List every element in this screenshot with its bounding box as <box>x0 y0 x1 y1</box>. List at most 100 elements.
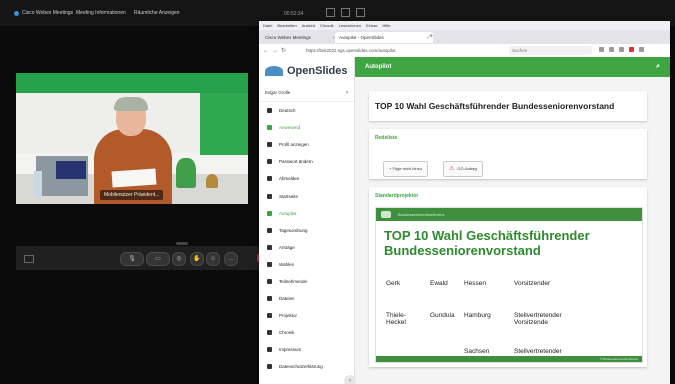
sidebar-item[interactable]: Chronik <box>259 324 354 341</box>
page-title: Autopilot <box>365 64 392 70</box>
sidebar-item-label: Dateien <box>279 296 295 302</box>
sidebar-item[interactable]: Startseite <box>259 187 354 204</box>
url-field[interactable]: https://bvit2022.sgs.openslides.com/auto… <box>303 46 476 55</box>
sidebar-item[interactable]: Anwesend <box>259 119 354 136</box>
webex-menu-item[interactable]: Räumliche Anzeigen <box>134 10 180 16</box>
participants-button[interactable]: ☺ <box>206 252 220 266</box>
menu-lesezeichen[interactable]: Lesezeichen <box>339 23 361 28</box>
sidebar-item[interactable]: Deutsch <box>259 102 354 119</box>
close-icon[interactable] <box>356 8 365 17</box>
mute-button[interactable]: 🎙 <box>120 252 144 266</box>
sidebar-item-label: Passwort ändern <box>279 159 313 165</box>
download-icon[interactable] <box>609 47 614 52</box>
menu-ansicht[interactable]: Ansicht <box>302 23 315 28</box>
sidebar-item[interactable]: Dateien <box>259 290 354 307</box>
projector-logo-icon <box>381 211 391 218</box>
nav-icon <box>267 313 272 319</box>
webex-menu-item[interactable]: Cisco Webex Meetings <box>14 10 73 16</box>
point-of-order-button[interactable]: ⚠ GO-Antrag <box>443 161 483 177</box>
user-menu[interactable]: Edgar Grolle › <box>259 85 354 102</box>
monitor <box>56 161 86 179</box>
maximize-icon[interactable] <box>341 8 350 17</box>
menu-datei[interactable]: Datei <box>263 23 272 28</box>
reload-icon[interactable]: ↻ <box>281 48 289 54</box>
sidebar-item[interactable]: Autopilot <box>259 205 354 222</box>
sidebar-item[interactable]: Projektor <box>259 307 354 324</box>
menu-bearbeiten[interactable]: Bearbeiten <box>277 23 296 28</box>
sidebar-item-label: Autopilot <box>279 210 297 216</box>
sidebar: OpenSlides Edgar Grolle › Deutsch Anwesend… <box>259 57 356 384</box>
menu-hilfe[interactable]: Hilfe <box>382 23 390 28</box>
nav-icon <box>267 176 272 182</box>
sidebar-item[interactable]: Anträge <box>259 239 354 256</box>
add-me-button[interactable]: + Füge mich hinzu <box>383 161 428 177</box>
browser-search[interactable]: Suchen <box>509 46 592 55</box>
sidebar-item[interactable]: Tagesordnung <box>259 222 354 239</box>
nav-icon <box>267 159 272 165</box>
sidebar-item-label: Datenschutzerklärung <box>279 364 323 370</box>
water-bottle <box>34 171 42 197</box>
sidebar-item-label: Deutsch <box>279 108 296 114</box>
camera-icon: ▭ <box>155 256 161 262</box>
layout-icon[interactable] <box>24 255 34 263</box>
nav-icon <box>267 227 272 233</box>
video-button[interactable]: ▭ <box>146 252 170 266</box>
minimize-icon[interactable] <box>326 8 335 17</box>
nav-buttons[interactable]: ←→↻ <box>263 47 289 54</box>
sidebar-item-label: Tagesordnung <box>279 227 308 233</box>
menu-icon[interactable] <box>639 47 644 52</box>
browser-window: Datei Bearbeiten Ansicht Chronik Lesezei… <box>259 21 670 384</box>
nav-icon <box>267 210 272 216</box>
tab-webex[interactable]: Cisco Webex Meetings × <box>261 32 339 43</box>
share-button[interactable]: ◎ <box>172 252 186 266</box>
sidebar-item[interactable]: Abmelden <box>259 170 354 187</box>
sidebar-item-label: Anträge <box>279 244 295 250</box>
bell <box>206 174 218 188</box>
sidebar-item[interactable]: Impressum <box>259 341 354 358</box>
speakers-heading: Redeliste <box>375 135 398 141</box>
extension-icon[interactable] <box>619 47 624 52</box>
share-icon: ◎ <box>176 256 182 262</box>
sidebar-item[interactable]: Passwort ändern <box>259 153 354 170</box>
sidebar-item[interactable]: Wahlen <box>259 256 354 273</box>
agenda-item-title: TOP 10 Wahl Geschäftsführender Bundessen… <box>375 101 615 111</box>
page-header: Autopilot ⌕ <box>355 57 670 77</box>
main-content: Autopilot ⌕ TOP 10 Wahl Geschäftsführend… <box>355 57 670 384</box>
sidebar-item-label: Anwesend <box>279 125 301 131</box>
openslides-logo[interactable]: OpenSlides <box>259 57 354 85</box>
more-handle[interactable] <box>176 242 188 245</box>
more-button[interactable]: … <box>224 252 238 266</box>
video-tile[interactable]: Mobilenutzer Präsident... <box>16 73 248 204</box>
sidebar-item[interactable]: Teilnehmende <box>259 273 354 290</box>
reactions-button[interactable]: ✋ <box>190 252 204 266</box>
new-tab-button[interactable]: + <box>429 33 433 40</box>
projector-preview[interactable]: Bundesseniorenkonferenz TOP 10 Wahl Gesc… <box>375 207 643 363</box>
sidebar-item-label: Chronik <box>279 330 295 336</box>
projector-footer: © Bundesseniorenkonferenz <box>376 356 642 362</box>
addon-icon[interactable] <box>629 47 634 52</box>
speakers-card: Redeliste + Füge mich hinzu ⚠ GO-Antrag <box>369 129 647 179</box>
microphone-icon: 🎙 <box>128 256 136 262</box>
forward-icon[interactable]: → <box>272 48 281 54</box>
menu-chronik[interactable]: Chronik <box>320 23 334 28</box>
sidebar-item-label: Impressum <box>279 347 302 353</box>
nav-icon <box>267 142 272 148</box>
green-figure <box>176 158 196 188</box>
meeting-clock: 00:52:34 <box>284 11 304 17</box>
bookmark-icon[interactable] <box>599 47 604 52</box>
projector-header: Bundesseniorenkonferenz <box>376 208 642 221</box>
back-icon[interactable]: ← <box>263 48 272 54</box>
projector-card: Standardprojektor Bundesseniorenkonferen… <box>369 187 647 367</box>
nav-icon <box>267 193 272 199</box>
search-icon[interactable]: ⌕ <box>656 57 660 77</box>
webex-menu-item[interactable]: Meeting Informationen <box>76 10 126 16</box>
nav-icon <box>267 244 272 250</box>
backdrop-band <box>16 73 248 93</box>
paper-sheet <box>111 168 157 188</box>
menu-extras[interactable]: Extras <box>366 23 377 28</box>
sidebar-item[interactable]: Profil anzeigen <box>259 136 354 153</box>
warning-icon: ⚠ <box>449 166 455 172</box>
sidebar-item[interactable]: Datenschutzerklärung <box>259 358 354 375</box>
tab-openslides[interactable]: Autopilot - OpenSlides × <box>335 32 433 43</box>
speaker-name-label: Mobilenutzer Präsident... <box>100 190 164 200</box>
